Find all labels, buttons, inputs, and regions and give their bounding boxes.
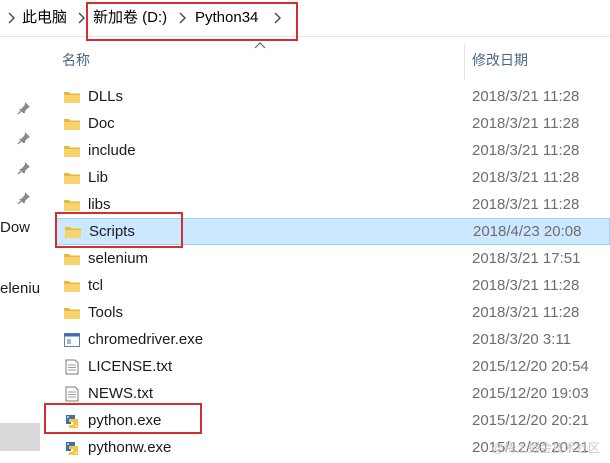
file-row[interactable]: python.exe 2015/12/20 20:21 <box>56 408 610 435</box>
breadcrumb-this-pc[interactable]: 此电脑 <box>22 8 67 28</box>
file-date: 2015/12/20 20:21 <box>472 412 589 429</box>
python-icon <box>63 413 81 429</box>
pin-icon[interactable] <box>17 101 31 115</box>
file-name: chromedriver.exe <box>88 331 204 348</box>
chevron-right-icon[interactable] <box>272 12 282 24</box>
nav-item-selected[interactable] <box>0 423 40 451</box>
breadcrumb-python34[interactable]: Python34 <box>195 8 258 28</box>
file-date: 2018/3/21 11:28 <box>472 169 580 186</box>
file-row[interactable]: chromedriver.exe 2018/3/20 3:11 <box>56 327 610 354</box>
file-name: Doc <box>88 115 115 132</box>
folder-icon <box>63 278 81 294</box>
folder-icon <box>63 89 81 105</box>
folder-icon <box>63 251 81 267</box>
file-name: libs <box>88 196 111 213</box>
file-row[interactable]: Lib 2018/3/21 11:28 <box>56 165 610 192</box>
column-header-date-modified[interactable]: 修改日期 <box>472 50 528 70</box>
pin-icon[interactable] <box>17 161 31 175</box>
watermark-text: @稀土掘金技术社区 <box>491 441 600 455</box>
column-header-name[interactable]: 名称 <box>62 50 90 70</box>
nav-item-downloads[interactable]: Dow <box>0 219 40 237</box>
folder-icon <box>63 197 81 213</box>
file-name: NEWS.txt <box>88 385 154 402</box>
python-icon <box>63 440 81 456</box>
file-name: pythonw.exe <box>88 439 172 456</box>
text-file-icon <box>63 386 81 402</box>
sort-ascending-icon <box>254 42 266 49</box>
folder-icon <box>64 224 82 240</box>
file-name: python.exe <box>88 412 162 429</box>
file-row[interactable]: tcl 2018/3/21 11:28 <box>56 273 610 300</box>
text-file-icon <box>63 359 81 375</box>
file-name: Lib <box>88 169 109 186</box>
navigation-pane: Dow eleniu <box>0 37 46 463</box>
file-row[interactable]: LICENSE.txt 2015/12/20 20:54 <box>56 354 610 381</box>
file-date: 2018/3/21 11:28 <box>472 304 580 321</box>
file-row[interactable]: include 2018/3/21 11:28 <box>56 138 610 165</box>
file-date: 2018/4/23 20:08 <box>473 223 582 240</box>
nav-item-selenium[interactable]: eleniu <box>0 280 40 298</box>
file-name: LICENSE.txt <box>88 358 173 375</box>
column-divider[interactable] <box>464 44 465 80</box>
pin-icon[interactable] <box>17 191 31 205</box>
file-date: 2018/3/21 11:28 <box>472 115 580 132</box>
file-name: selenium <box>88 250 149 267</box>
file-date: 2018/3/21 11:28 <box>472 88 580 105</box>
file-row[interactable]: NEWS.txt 2015/12/20 19:03 <box>56 381 610 408</box>
file-row[interactable]: DLLs 2018/3/21 11:28 <box>56 84 610 111</box>
application-icon <box>63 332 81 348</box>
file-name: tcl <box>88 277 103 294</box>
pin-icon[interactable] <box>17 131 31 145</box>
file-name: Tools <box>88 304 124 321</box>
file-date: 2018/3/21 11:28 <box>472 196 580 213</box>
file-date: 2018/3/21 17:51 <box>472 250 581 267</box>
folder-icon <box>63 305 81 321</box>
file-name: DLLs <box>88 88 124 105</box>
file-name: include <box>88 142 136 159</box>
file-row[interactable]: Doc 2018/3/21 11:28 <box>56 111 610 138</box>
file-date: 2018/3/21 11:28 <box>472 142 580 159</box>
folder-icon <box>63 170 81 186</box>
file-name: Scripts <box>89 223 135 240</box>
chevron-right-icon[interactable] <box>76 12 86 24</box>
file-date: 2015/12/20 19:03 <box>472 385 589 402</box>
chevron-right-icon[interactable] <box>177 12 187 24</box>
file-row[interactable]: Tools 2018/3/21 11:28 <box>56 300 610 327</box>
folder-icon <box>63 143 81 159</box>
file-date: 2018/3/21 11:28 <box>472 277 580 294</box>
address-bar[interactable]: 此电脑 新加卷 (D:) Python34 <box>0 0 610 37</box>
folder-icon <box>63 116 81 132</box>
file-date: 2015/12/20 20:54 <box>472 358 589 375</box>
breadcrumb-drive-d[interactable]: 新加卷 (D:) <box>93 8 167 28</box>
file-row[interactable]: libs 2018/3/21 11:28 <box>56 192 610 219</box>
file-date: 2018/3/20 3:11 <box>472 331 571 348</box>
file-row-selected[interactable]: Scripts 2018/4/23 20:08 <box>56 218 610 245</box>
chevron-right-icon[interactable] <box>6 12 16 24</box>
file-row[interactable]: selenium 2018/3/21 17:51 <box>56 246 610 273</box>
